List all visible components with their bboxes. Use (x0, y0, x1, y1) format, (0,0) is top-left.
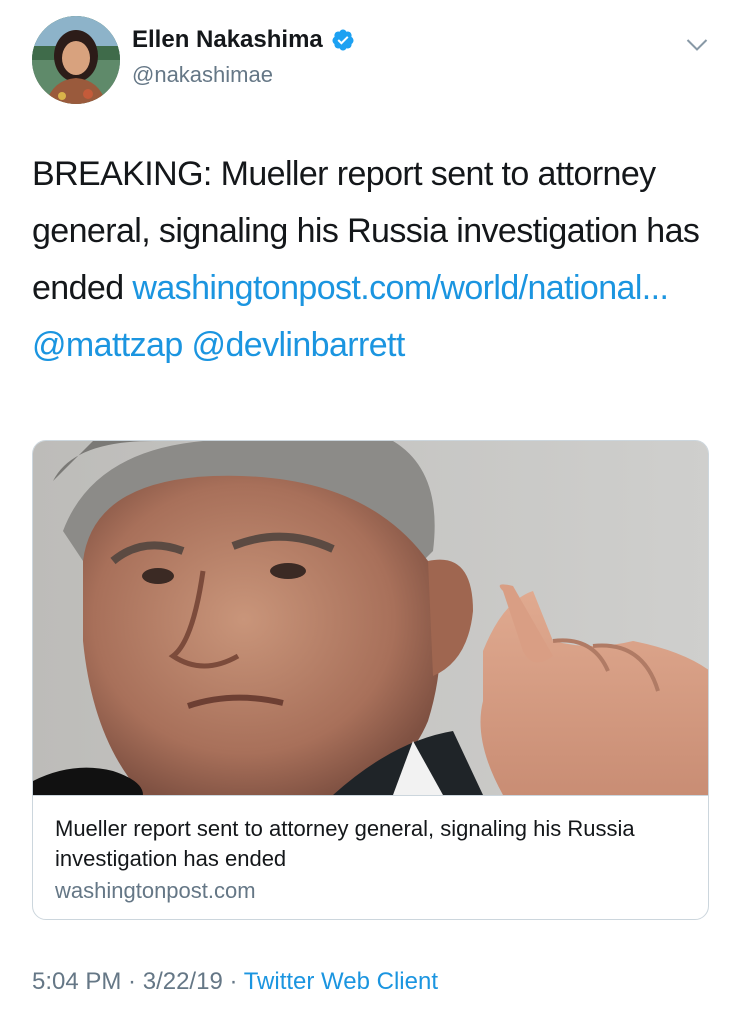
card-title[interactable]: Mueller report sent to attorney general,… (55, 814, 695, 874)
verified-badge-icon (332, 29, 354, 51)
author-name[interactable]: Ellen Nakashima (132, 26, 323, 54)
tweet-date[interactable]: 3/22/19 (143, 968, 223, 995)
tweet-text: BREAKING: Mueller report sent to attorne… (32, 146, 722, 374)
tweet-header: Ellen Nakashima @nakashimae (32, 16, 722, 108)
card-photo[interactable] (33, 441, 708, 795)
author-name-row[interactable]: Ellen Nakashima (132, 26, 355, 54)
author-handle[interactable]: @nakashimae (132, 62, 273, 88)
mention-devlinbarrett[interactable]: @devlinbarrett (192, 326, 406, 364)
card-domain[interactable]: washingtonpost.com (55, 876, 708, 906)
tweet-link[interactable]: washingtonpost.com/world/national... (132, 269, 669, 307)
mention-mattzap[interactable]: @mattzap (32, 326, 183, 364)
chevron-down-icon[interactable] (686, 38, 708, 52)
meta-separator: · (121, 968, 143, 995)
tweet-meta: 5:04 PM · 3/22/19 · Twitter Web Client (32, 968, 438, 996)
tweet-time[interactable]: 5:04 PM (32, 968, 121, 995)
meta-separator: · (222, 968, 244, 995)
tweet-client-link[interactable]: Twitter Web Client (244, 968, 438, 995)
card-body[interactable]: Mueller report sent to attorney general,… (33, 795, 708, 919)
avatar[interactable] (32, 16, 120, 104)
link-card[interactable]: Mueller report sent to attorney general,… (32, 440, 709, 920)
